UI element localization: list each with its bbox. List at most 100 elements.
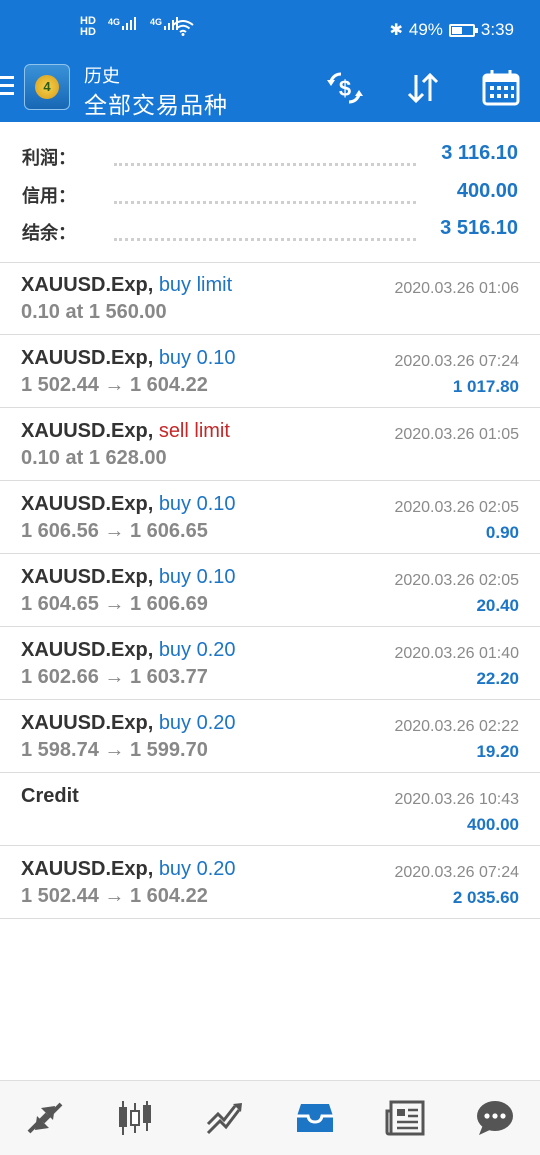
order-time: 2020.03.26 01:05 <box>394 426 519 443</box>
credit-row: 信用： 400.00 <box>0 174 540 212</box>
order-type: buy 0.10 <box>158 347 236 369</box>
order-profit: 0.90 <box>485 523 519 542</box>
app-bar: 4 历史 全部交易品种 $ <box>0 62 540 122</box>
order-detail: 1 598.74 → 1 599.70 <box>21 739 208 761</box>
signal-strength-icon: 4G <box>108 17 137 30</box>
profit-value: 3 116.10 <box>441 142 518 164</box>
dotted-leader <box>114 238 416 241</box>
order-time: 2020.03.26 10:43 <box>394 791 519 808</box>
order-type: buy 0.10 <box>158 566 236 588</box>
section-title: 历史 <box>84 66 120 86</box>
toolbar-actions: $ <box>306 68 540 108</box>
order-time: 2020.03.26 07:24 <box>394 864 519 881</box>
history-row[interactable]: XAUUSD.Exp, buy 0.20 1 502.44 → 1 604.22… <box>0 846 540 919</box>
nav-history[interactable] <box>270 1081 360 1155</box>
order-detail: 1 606.56 → 1 606.65 <box>21 520 208 542</box>
order-type: buy 0.10 <box>158 493 236 515</box>
order-type: buy 0.20 <box>158 858 236 880</box>
order-type: buy limit <box>158 274 233 296</box>
symbol: XAUUSD.Exp, <box>21 347 154 369</box>
order-profit: 22.20 <box>476 669 519 688</box>
signal-icons: 4G 4G <box>108 17 179 30</box>
sort-icon[interactable] <box>384 68 462 108</box>
order-profit: 2 035.60 <box>452 888 519 907</box>
history-row[interactable]: XAUUSD.Exp, buy 0.10 1 604.65 → 1 606.69… <box>0 554 540 627</box>
battery-percent: 49% <box>408 20 443 39</box>
history-icon <box>297 1104 333 1132</box>
battery-icon <box>448 23 478 37</box>
symbol: XAUUSD.Exp, <box>21 858 154 880</box>
nav-quotes[interactable] <box>0 1081 90 1155</box>
order-time: 2020.03.26 01:40 <box>394 645 519 662</box>
order-type: buy 0.20 <box>158 639 236 661</box>
history-row[interactable]: XAUUSD.Exp, buy 0.10 1 606.56 → 1 606.65… <box>0 481 540 554</box>
order-detail: 1 502.44 → 1 604.22 <box>21 885 208 907</box>
history-row[interactable]: XAUUSD.Exp, buy limit 0.10 at 1 560.00 2… <box>0 262 540 335</box>
currency-exchange-icon[interactable]: $ <box>306 68 384 108</box>
order-type: sell limit <box>158 420 230 442</box>
order-detail: 1 604.65 → 1 606.69 <box>21 593 208 615</box>
account-summary: 利润： 3 116.10 信用： 400.00 结余： 3 516.10 <box>0 122 540 263</box>
quotes-icon <box>27 1102 63 1134</box>
symbol: XAUUSD.Exp, <box>21 566 154 588</box>
symbol: XAUUSD.Exp, <box>21 420 154 442</box>
battery-fill <box>451 26 462 34</box>
nav-news[interactable] <box>360 1081 450 1155</box>
order-time: 2020.03.26 01:06 <box>394 280 519 297</box>
chat-icon <box>477 1101 513 1135</box>
credit-label: 信用： <box>22 186 76 206</box>
history-row[interactable]: XAUUSD.Exp, buy 0.10 1 502.44 → 1 604.22… <box>0 335 540 408</box>
profit-label: 利润： <box>22 148 76 168</box>
nav-chart[interactable] <box>90 1081 180 1155</box>
profit-row: 利润： 3 116.10 <box>0 136 540 174</box>
chart-candles-icon <box>119 1101 151 1135</box>
symbol-filter[interactable]: 全部交易品种 <box>84 86 228 120</box>
order-detail: 0.10 at 1 560.00 <box>21 301 167 323</box>
credit-value: 400.00 <box>456 180 518 202</box>
nav-chat[interactable] <box>450 1081 540 1155</box>
order-time: 2020.03.26 02:22 <box>394 718 519 735</box>
history-list: XAUUSD.Exp, buy limit 0.10 at 1 560.00 2… <box>0 262 540 919</box>
app-logo-icon: 4 <box>24 64 70 110</box>
menu-icon[interactable] <box>0 76 14 98</box>
order-detail: 0.10 at 1 628.00 <box>21 447 167 469</box>
trade-icon <box>206 1103 242 1135</box>
bottom-nav <box>0 1080 540 1155</box>
clock: 3:39 <box>480 20 514 39</box>
symbol: XAUUSD.Exp, <box>21 639 154 661</box>
symbol: Credit <box>21 785 79 807</box>
network-type-label: 4G <box>150 17 163 27</box>
symbol: XAUUSD.Exp, <box>21 274 154 296</box>
order-time: 2020.03.26 02:05 <box>394 499 519 516</box>
symbol: XAUUSD.Exp, <box>21 712 154 734</box>
history-row[interactable]: Credit 2020.03.26 10:43 400.00 <box>0 773 540 846</box>
order-detail: 1 602.66 → 1 603.77 <box>21 666 208 688</box>
order-profit: 20.40 <box>476 596 519 615</box>
dotted-leader <box>114 163 416 166</box>
calendar-icon[interactable] <box>462 68 540 108</box>
network-type-label: 4G <box>108 17 121 27</box>
order-profit: 19.20 <box>476 742 519 761</box>
nav-trade[interactable] <box>180 1081 270 1155</box>
order-detail: 1 502.44 → 1 604.22 <box>21 374 208 396</box>
order-type: buy 0.20 <box>158 712 236 734</box>
bluetooth-icon: ✱ <box>389 22 403 39</box>
history-row[interactable]: XAUUSD.Exp, buy 0.20 1 598.74 → 1 599.70… <box>0 700 540 773</box>
wifi-icon <box>172 20 194 36</box>
symbol: XAUUSD.Exp, <box>21 493 154 515</box>
order-profit: 1 017.80 <box>452 377 519 396</box>
balance-label: 结余： <box>22 223 76 243</box>
svg-text:$: $ <box>339 76 351 101</box>
history-row[interactable]: XAUUSD.Exp, buy 0.20 1 602.66 → 1 603.77… <box>0 627 540 700</box>
order-time: 2020.03.26 02:05 <box>394 572 519 589</box>
sim-indicator: HD HD <box>80 16 96 38</box>
balance-row: 结余： 3 516.10 <box>0 211 540 249</box>
order-profit: 400.00 <box>467 815 519 834</box>
status-right: ✱ 49% 3:39 <box>389 20 514 40</box>
news-icon <box>385 1100 425 1136</box>
top-bar: HD HD 4G 4G ✱ 49% 3:39 4 历史 全部交易品种 $ <box>0 0 540 122</box>
history-row[interactable]: XAUUSD.Exp, sell limit 0.10 at 1 628.00 … <box>0 408 540 481</box>
order-time: 2020.03.26 07:24 <box>394 353 519 370</box>
balance-value: 3 516.10 <box>440 217 518 239</box>
dotted-leader <box>114 201 416 204</box>
